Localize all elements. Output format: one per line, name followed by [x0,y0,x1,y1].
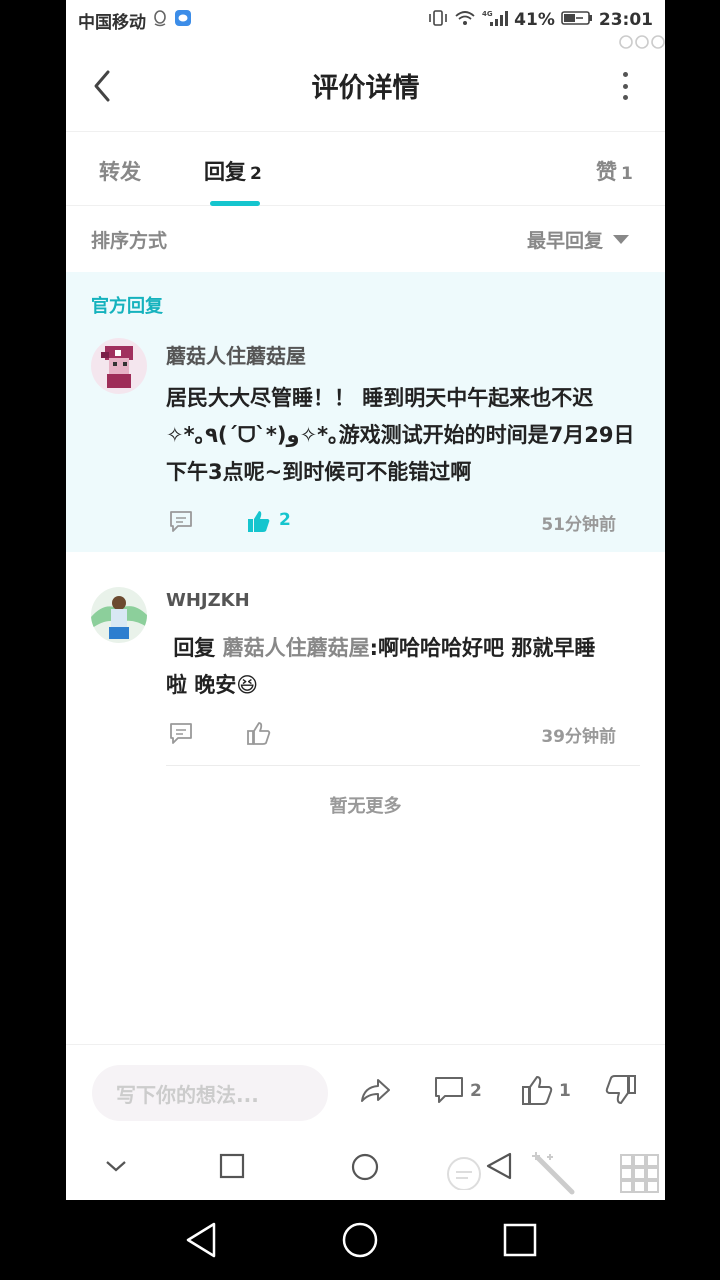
reply-icon[interactable] [168,508,194,534]
official-reply-label: 官方回复 [91,296,163,317]
magic-wand-icon[interactable] [530,1150,576,1200]
clock: 23:01 [598,10,653,30]
back-triangle-icon[interactable] [442,1150,514,1194]
comment-item: WHJZKH 回复 蘑菇人住蘑菇屋:啊哈哈哈好吧 那就早睡 啦 晚安😆 39分钟… [66,552,665,772]
comment-line: 居民大大尽管睡！！ 睡到明天中午起来也不迟 [166,386,594,410]
reply-icon[interactable] [168,720,194,746]
system-nav-bar [0,1200,720,1280]
grid-icon[interactable] [620,1154,660,1198]
comment-line: 啦 晚安😆 [166,673,259,697]
battery-percent: 41% [514,10,555,30]
tab-forward-label: 转发 [99,160,141,184]
sort-row: 排序方式 最早回复 [66,206,665,272]
comment-time: 51分钟前 [541,515,616,535]
dislike-icon[interactable] [604,1073,638,1107]
reply-text: :啊哈哈哈好吧 那就早睡 [369,636,596,660]
sort-selected: 最早回复 [526,229,603,252]
carrier-label: 中国移动 [78,12,146,33]
message-app-icon [174,9,192,32]
tab-reply-label: 回复 [204,160,246,184]
status-bar: 中国移动 4G 41% 23:01 [66,0,665,49]
tab-reply-count: 2 [250,164,262,184]
comment-icon[interactable] [432,1073,466,1107]
title-bar: 评价详情 [66,40,665,132]
reply-to-username[interactable]: 蘑菇人住蘑菇屋 [223,636,370,660]
comment-username[interactable]: WHJZKH [166,590,250,611]
no-more-label: 暂无更多 [329,796,402,817]
active-tab-indicator [210,201,260,206]
share-icon[interactable] [358,1073,392,1107]
soft-key-bar [66,1136,665,1200]
like-count-bottom: 1 [559,1081,571,1101]
vibrate-icon [428,9,448,32]
tab-forward[interactable]: 转发 [99,156,141,186]
more-options-icon[interactable] [621,72,629,100]
app-screen: 中国移动 4G 41% 23:01 评价详情 转发 回复 2 赞 1 排序方式 … [66,0,665,1200]
tab-like-count: 1 [621,164,633,184]
signal-icon: 4G [482,9,509,32]
comment-input[interactable]: 写下你的想法... [92,1065,328,1121]
avatar[interactable] [91,338,147,394]
network-type-label: 4G [482,10,493,18]
thumbs-up-icon[interactable] [246,508,272,534]
tab-bar: 转发 回复 2 赞1 [66,132,665,206]
back-arrow-icon[interactable] [90,66,114,106]
comment-time: 39分钟前 [541,727,616,747]
comment-divider [166,765,640,766]
nav-home-icon[interactable] [340,1220,380,1260]
circle-icon[interactable] [350,1152,380,1186]
page-title: 评价详情 [311,73,420,104]
nav-recents-icon[interactable] [500,1220,540,1260]
reply-prefix: 回复 [173,636,216,660]
thumbs-up-icon[interactable] [246,720,272,746]
comment-line: ✧*｡٩(ˊᗜˋ*)و✧*｡游戏测试开始的时间是7月29日 [166,423,635,447]
comment-line: 下午3点呢~到时候可不能错过啊 [166,460,472,484]
comment-actions: 39分钟前 [166,720,616,750]
square-icon[interactable] [218,1152,246,1184]
comment-line: 回复 蘑菇人住蘑菇屋:啊哈哈哈好吧 那就早睡 [166,630,646,667]
tab-like-label: 赞 [596,160,617,184]
nav-back-icon[interactable] [182,1220,222,1260]
avatar[interactable] [91,587,147,643]
comment-username[interactable]: 蘑菇人住蘑菇屋 [166,340,306,369]
comment-count: 2 [470,1081,482,1101]
official-reply-section: 官方回复 蘑菇人住蘑菇屋 居民大大尽管睡！！ 睡到明天中午起来也不迟 ✧*｡٩(… [66,272,665,552]
comment-text: 回复 蘑菇人住蘑菇屋:啊哈哈哈好吧 那就早睡 啦 晚安😆 [166,630,646,704]
chevron-down-icon[interactable] [104,1156,128,1180]
like-count: 2 [279,510,291,530]
tab-reply[interactable]: 回复 2 [204,156,262,186]
sort-dropdown[interactable]: 最早回复 [527,226,629,253]
comment-actions: 2 51分钟前 [166,508,616,538]
bottom-action-bar: 写下你的想法... 2 1 [66,1044,665,1136]
tab-like[interactable]: 赞1 [596,156,633,186]
wifi-icon [454,9,476,32]
comment-text: 居民大大尽管睡！！ 睡到明天中午起来也不迟 ✧*｡٩(ˊᗜˋ*)و✧*｡游戏测试… [166,380,635,491]
battery-icon [561,10,593,31]
qq-icon [152,9,168,31]
sort-label: 排序方式 [91,229,168,252]
caret-down-icon [613,234,629,244]
like-icon[interactable] [520,1073,554,1107]
